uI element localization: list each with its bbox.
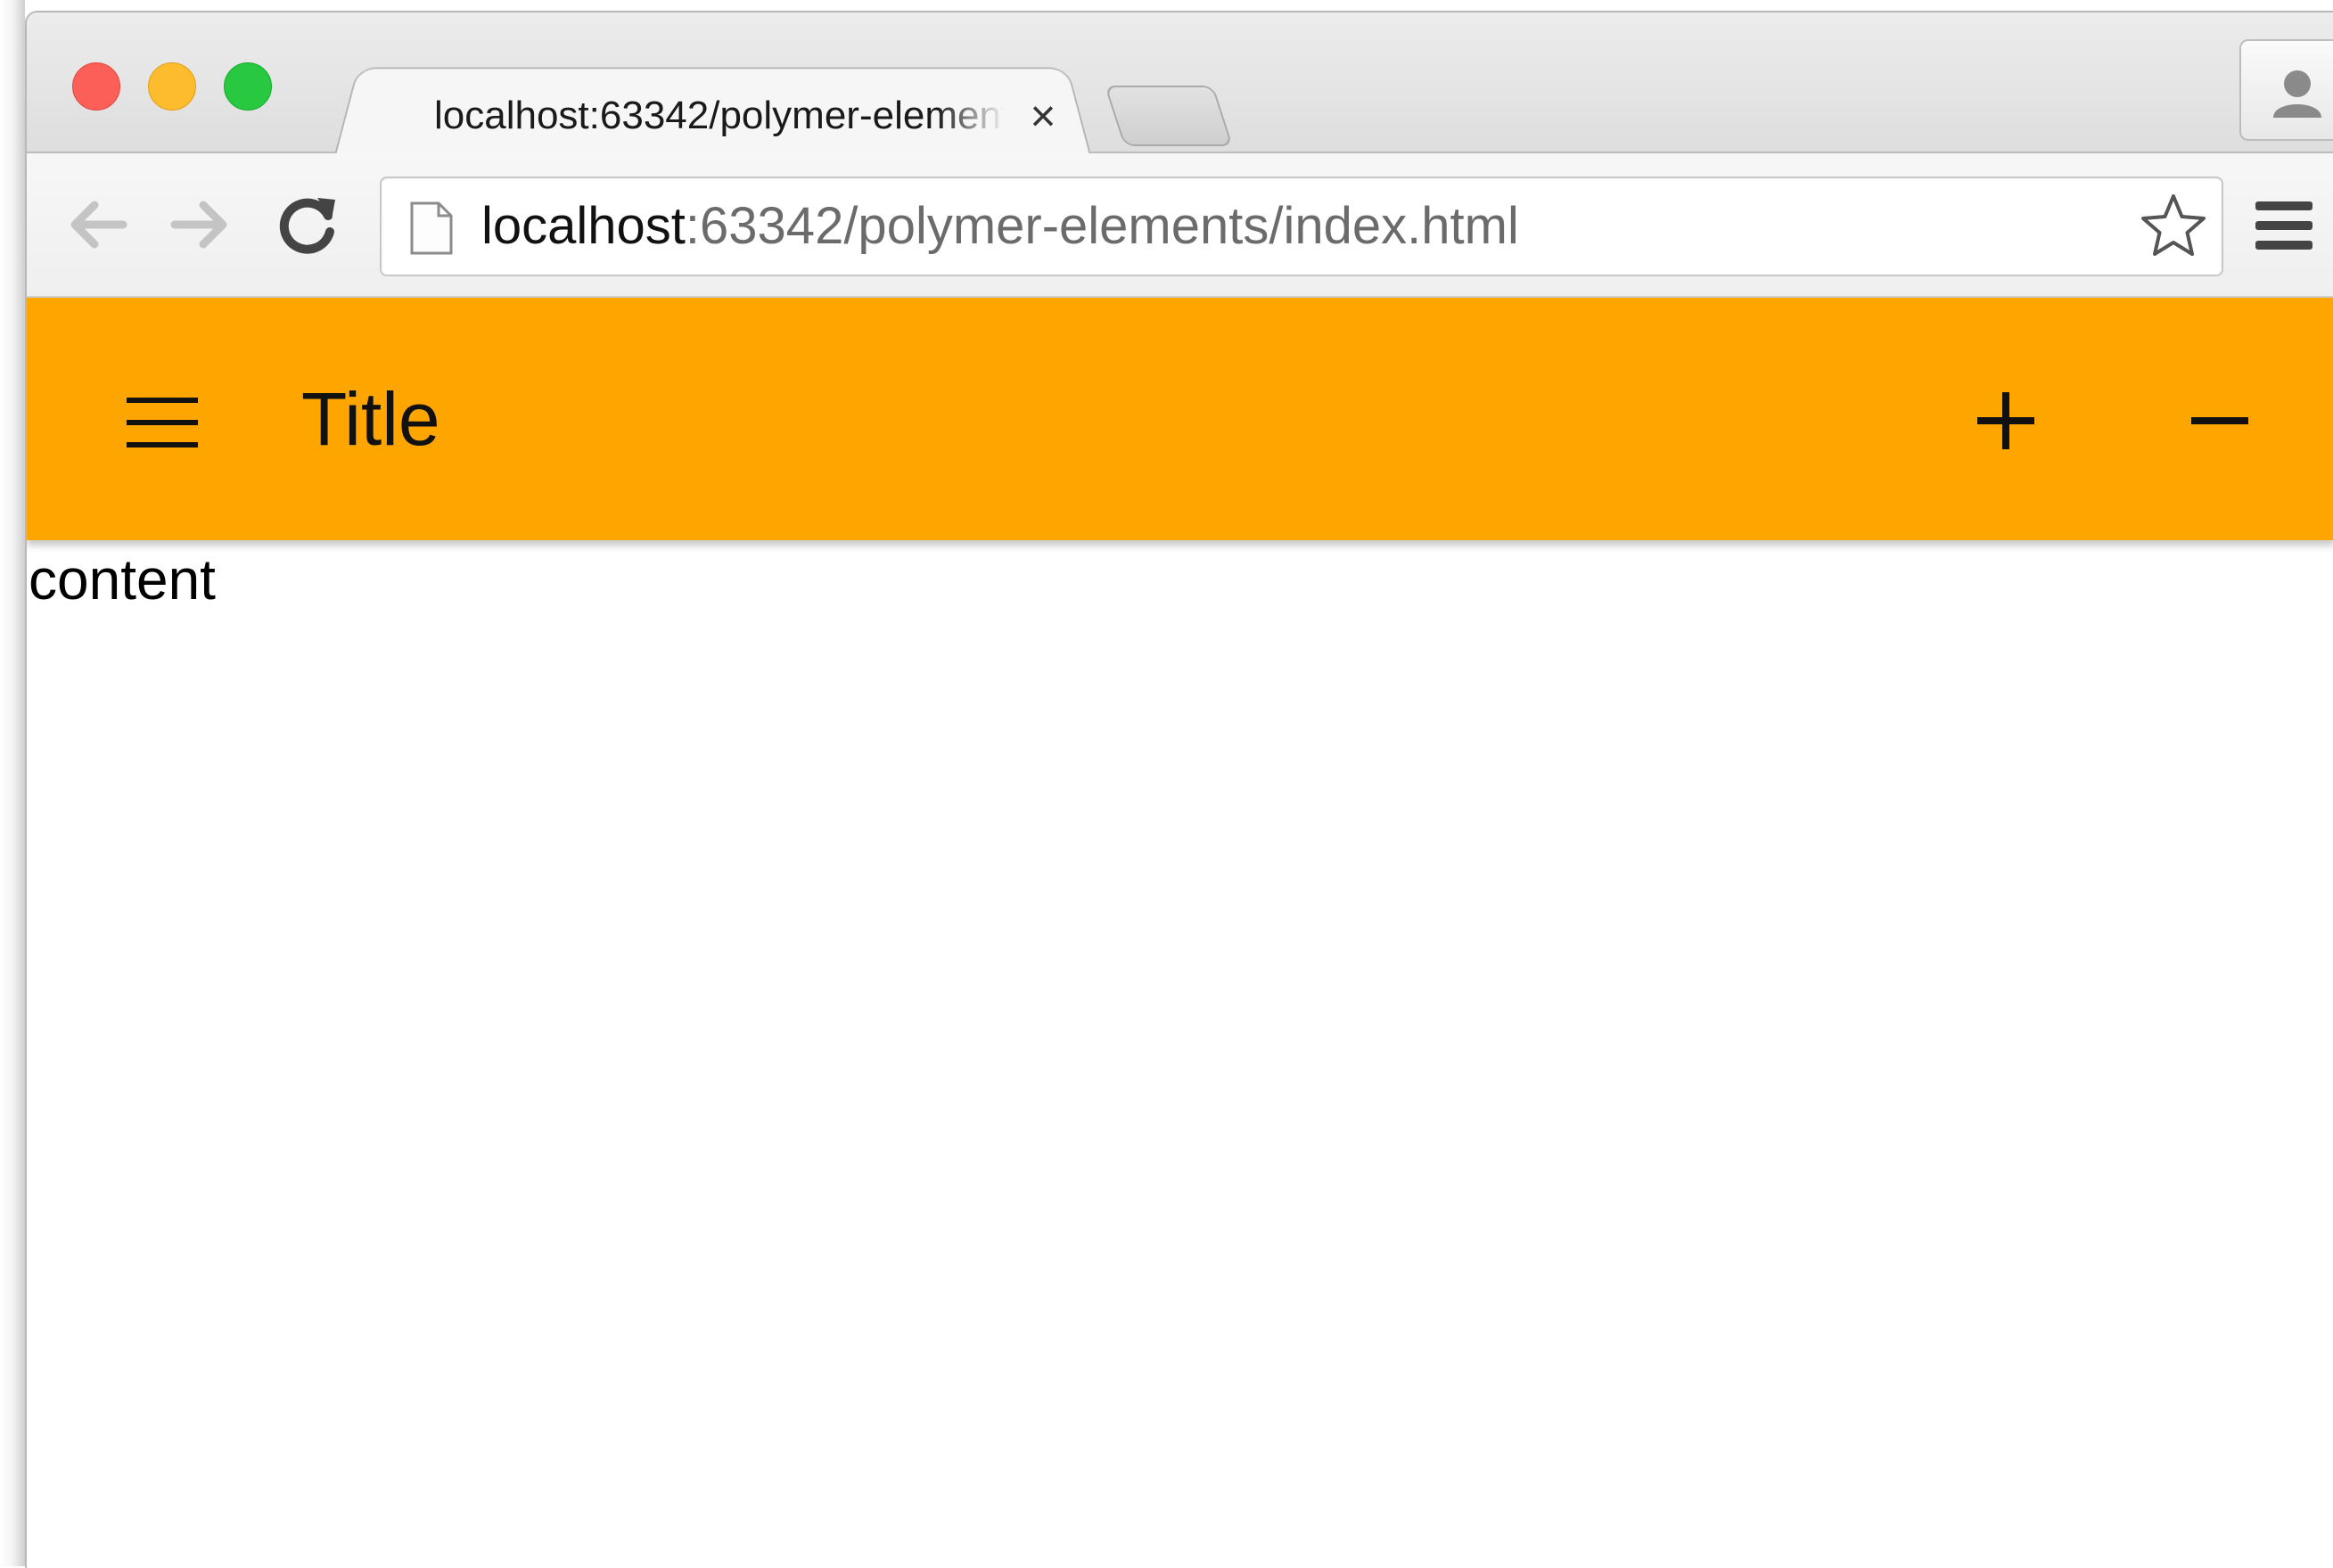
tab-close-button[interactable]: × bbox=[1016, 89, 1070, 143]
forward-arrow-icon bbox=[170, 201, 227, 249]
forward-button[interactable] bbox=[166, 189, 237, 260]
reload-icon bbox=[279, 198, 335, 254]
url-host: localhost bbox=[481, 197, 686, 255]
profile-button[interactable] bbox=[2239, 39, 2333, 141]
star-icon[interactable] bbox=[2138, 191, 2209, 262]
url-text[interactable]: localhost:63342/polymer-elements/index.h… bbox=[481, 198, 1519, 255]
browser-window: localhost:63342/polymer-elements/index.h… bbox=[25, 11, 2333, 1568]
app-toolbar: Title bbox=[27, 298, 2333, 540]
tab-strip: localhost:63342/polymer-elements/index.h… bbox=[27, 12, 2333, 155]
page-icon bbox=[410, 201, 453, 255]
tab-title[interactable]: localhost:63342/polymer-elements/index.h… bbox=[434, 91, 1005, 141]
window-minimize-button[interactable] bbox=[148, 62, 196, 111]
address-bar[interactable]: localhost:63342/polymer-elements/index.h… bbox=[380, 177, 2223, 276]
app-title: Title bbox=[301, 377, 440, 461]
new-tab-button[interactable] bbox=[1104, 86, 1234, 146]
back-button[interactable] bbox=[61, 189, 132, 260]
remove-icon[interactable] bbox=[2184, 385, 2255, 456]
url-path: :63342/polymer-elements/index.html bbox=[685, 197, 1519, 255]
menu-icon[interactable] bbox=[2255, 200, 2312, 253]
menu-icon[interactable] bbox=[127, 394, 198, 451]
browser-toolbar: localhost:63342/polymer-elements/index.h… bbox=[27, 153, 2333, 298]
profile-icon bbox=[2273, 70, 2321, 118]
web-page: Title content bbox=[27, 298, 2333, 1568]
window-maximize-button[interactable] bbox=[224, 62, 272, 111]
content-text: content bbox=[29, 547, 216, 612]
window-close-button[interactable] bbox=[72, 62, 120, 111]
reload-button[interactable] bbox=[273, 189, 344, 260]
add-icon[interactable] bbox=[1970, 385, 2041, 456]
desktop-background bbox=[0, 0, 25, 1566]
back-arrow-icon bbox=[70, 201, 127, 249]
